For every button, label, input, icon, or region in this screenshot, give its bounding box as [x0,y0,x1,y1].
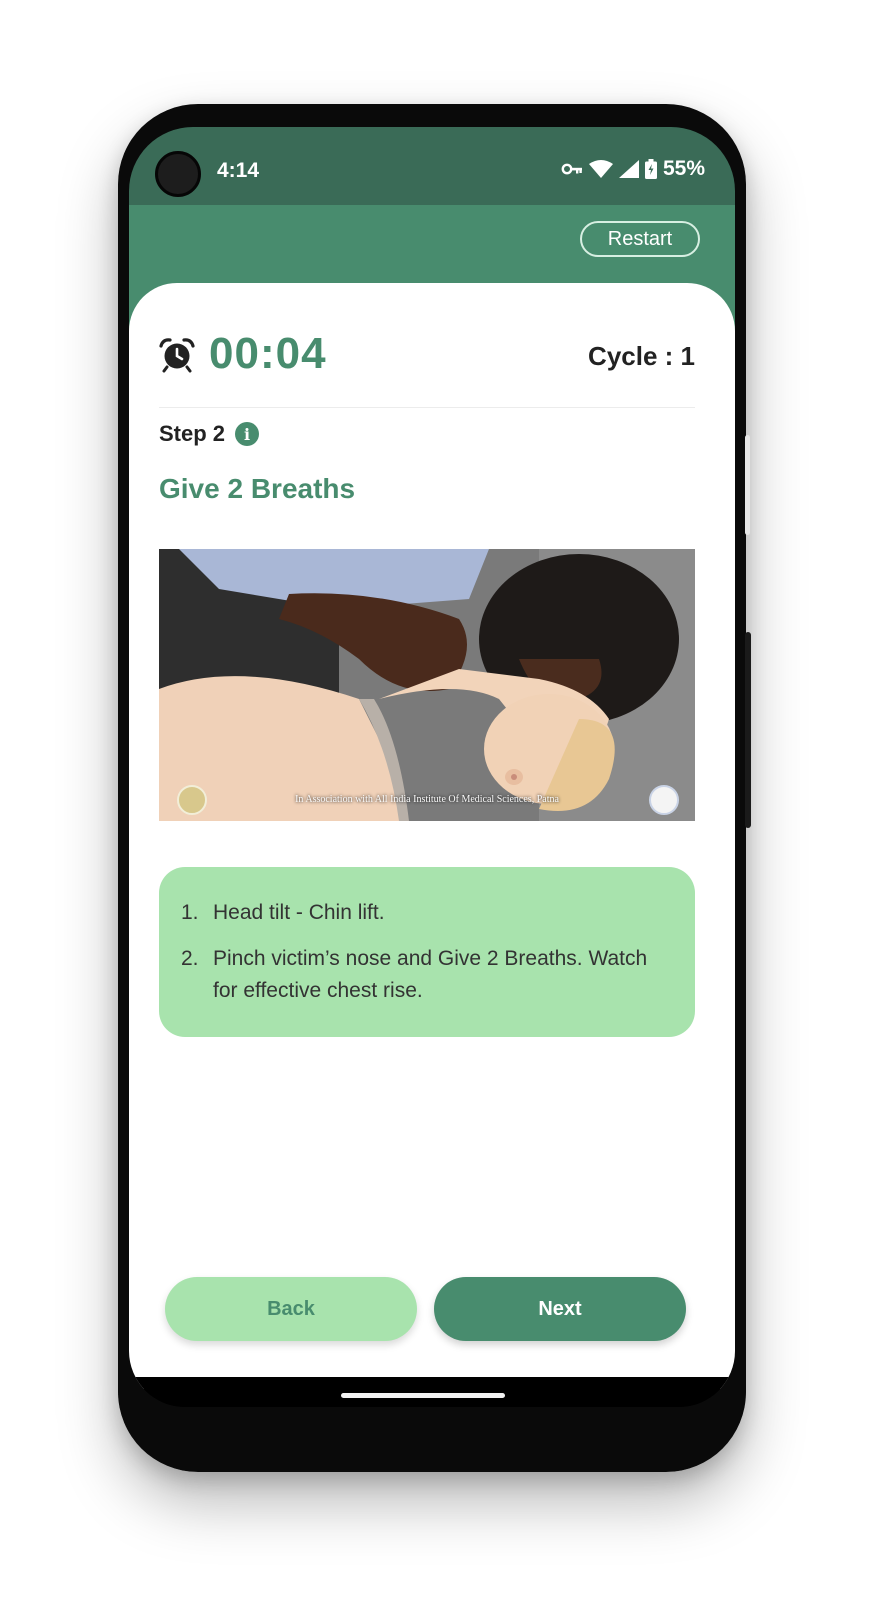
instruction-text: Head tilt - Chin lift. [213,901,385,924]
restart-button[interactable]: Restart [580,221,700,257]
instruction-text: Pinch victim’s nose and Give 2 Breaths. … [213,947,648,1002]
home-indicator[interactable] [341,1393,505,1398]
step-row: Step 2 i [159,421,260,447]
status-icons: 55% [561,157,705,181]
instruction-number: 1. [181,901,199,924]
info-icon[interactable]: i [235,422,260,446]
divider [159,407,695,408]
instruction-number: 2. [181,947,199,970]
status-bar: 4:14 55% [129,127,735,205]
phone-side-button-top [745,435,750,535]
next-button[interactable]: Next [434,1277,686,1341]
wifi-icon [588,160,613,178]
instruction-item: 2. Pinch victim’s nose and Give 2 Breath… [181,943,675,1007]
navigation-bar [129,1377,735,1407]
battery-charging-icon [644,159,657,179]
content-card: 00:04 Cycle : 1 Step 2 i Give 2 Breaths [129,283,735,1389]
instruction-item: 1. Head tilt - Chin lift. [181,897,675,929]
step-label: Step 2 [159,421,226,446]
step-title: Give 2 Breaths [159,473,356,504]
cycle-label: Cycle : 1 [588,341,695,371]
back-button[interactable]: Back [165,1277,417,1341]
status-time: 4:14 [217,159,260,182]
battery-percentage: 55% [662,157,705,180]
phone-screen: 4:14 55% Restart 00:04 Cycle: 1 Step 2 … [129,127,735,1407]
cpr-instruction-image: In Association with All India Institute … [159,549,695,821]
vpn-key-icon [561,162,583,176]
instructions-box: 1. Head tilt - Chin lift. 2. Pinch victi… [159,867,695,1037]
timer-row: 00:04 Cycle : 1 [159,329,695,383]
image-caption: In Association with All India Institute … [295,794,559,805]
phone-power-button [745,632,751,828]
cell-signal-icon [618,160,639,178]
front-camera [155,151,201,197]
timer-value: 00:04 [209,329,327,378]
alarm-clock-icon [159,337,195,378]
